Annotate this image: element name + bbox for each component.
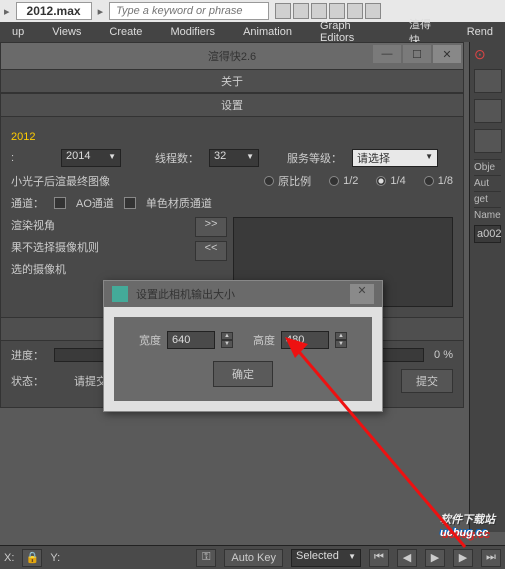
binoculars-icon[interactable] <box>275 3 291 19</box>
ratio-eighth-radio[interactable]: 1/8 <box>424 173 453 189</box>
key-icon[interactable]: ⚿ <box>196 549 216 567</box>
command-panel: ⊙ Obje Aut get Name a002 <box>469 42 505 532</box>
x-coord-label: X: <box>4 552 14 564</box>
dialog-close-button[interactable]: ✕ <box>350 284 374 304</box>
help-icon[interactable] <box>329 3 345 19</box>
name-section: Name <box>474 207 501 223</box>
mono-channel-label: 单色材质通道 <box>146 195 212 211</box>
auto-section: Aut <box>474 175 501 191</box>
magnet-icon[interactable]: ⊙ <box>474 46 501 63</box>
arrow-icon[interactable] <box>365 3 381 19</box>
panel-tool-1[interactable] <box>474 69 502 93</box>
submit-button[interactable]: 提交 <box>401 369 453 393</box>
autokey-button[interactable]: Auto Key <box>224 549 283 567</box>
menu-rendering[interactable]: Rend <box>457 24 503 40</box>
app-icon <box>112 286 128 302</box>
menu-create[interactable]: Create <box>99 24 152 40</box>
y-coord-label: Y: <box>50 552 60 564</box>
menu-animation[interactable]: Animation <box>233 24 302 40</box>
watermark-main: ucbug.cc <box>440 527 495 539</box>
search-input[interactable] <box>109 2 269 20</box>
height-label: 高度 <box>253 332 275 348</box>
settings-header[interactable]: 设置 <box>1 93 463 117</box>
menu-views[interactable]: Views <box>42 24 91 40</box>
dialog-titlebar: 设置此相机输出大小 ✕ <box>104 281 382 307</box>
object-section: Obje <box>474 159 501 175</box>
toolbar-icons <box>275 3 381 19</box>
threads-label: 线程数： <box>155 150 199 166</box>
service-label: 服务等级： <box>287 150 342 166</box>
get-section: get <box>474 191 501 207</box>
ao-channel-label: AO通道 <box>76 195 114 211</box>
ratio-quarter-radio[interactable]: 1/4 <box>376 173 405 189</box>
caret-icon: ▸ <box>4 5 10 18</box>
progress-value: 0 % <box>434 349 453 361</box>
list-back-button[interactable]: << <box>195 241 227 261</box>
width-label: 宽度 <box>139 332 161 348</box>
minimize-button[interactable]: — <box>373 45 401 63</box>
x-lock-icon[interactable]: 🔒 <box>22 549 42 567</box>
width-spinner[interactable]: ▲▼ <box>221 332 233 348</box>
height-spinner[interactable]: ▲▼ <box>335 332 347 348</box>
no-select-cam-label: 果不选择摄像机则 <box>11 239 99 255</box>
mono-channel-checkbox[interactable] <box>124 197 136 209</box>
menu-group[interactable]: up <box>2 24 34 40</box>
list-forward-button[interactable]: >> <box>195 217 227 237</box>
play-end-icon[interactable]: ⏭ <box>481 549 501 567</box>
document-tab[interactable]: 2012.max <box>16 2 92 20</box>
ao-channel-checkbox[interactable] <box>54 197 66 209</box>
tool-icon[interactable] <box>293 3 309 19</box>
watermark-top: 软件下载站 <box>440 511 495 527</box>
colon-label: : <box>11 152 51 164</box>
dialog-title: 设置此相机输出大小 <box>136 286 235 302</box>
menu-modifiers[interactable]: Modifiers <box>160 24 225 40</box>
info-icon[interactable] <box>311 3 327 19</box>
play-start-icon[interactable]: ⏮ <box>369 549 389 567</box>
status-label: 状态： <box>11 373 44 389</box>
close-button[interactable]: ✕ <box>433 45 461 63</box>
play-icon[interactable]: ▶ <box>425 549 445 567</box>
year-label: 2012 <box>11 131 51 143</box>
panel-title: 渲得快2.6 <box>208 48 256 64</box>
watermark: 软件下载站 ucbug.cc <box>440 511 495 539</box>
panel-tool-3[interactable] <box>474 129 502 153</box>
ok-button[interactable]: 确定 <box>213 361 273 387</box>
service-dropdown[interactable]: 请选择 <box>352 149 438 167</box>
camera-size-dialog: 设置此相机输出大小 ✕ 宽度 ▲▼ 高度 ▲▼ 确定 <box>103 280 383 412</box>
view-angle-label: 渲染视角 <box>11 217 99 233</box>
about-header[interactable]: 关于 <box>1 69 463 93</box>
redo-icon[interactable] <box>347 3 363 19</box>
ratio-half-radio[interactable]: 1/2 <box>329 173 358 189</box>
height-input[interactable] <box>281 331 329 349</box>
play-next-icon[interactable]: ▶ <box>453 549 473 567</box>
menu-bar: up Views Create Modifiers Animation Grap… <box>0 22 505 42</box>
selected-cam-label: 选的摄像机 <box>11 261 99 277</box>
object-name-field[interactable]: a002 <box>474 225 501 243</box>
threads-dropdown[interactable]: 32 <box>209 149 259 167</box>
caret-icon: ▸ <box>98 5 104 18</box>
ratio-original-radio[interactable]: 原比例 <box>264 173 311 189</box>
panel-titlebar: 渲得快2.6 — ☐ ✕ <box>1 43 463 69</box>
main-area: 渲得快2.6 — ☐ ✕ 关于 设置 2012 : 2014 线程数： 32 服… <box>0 42 505 569</box>
panel-tool-2[interactable] <box>474 99 502 123</box>
progress-label: 进度： <box>11 347 44 363</box>
final-image-label: 小光子后渲最终图像 <box>11 173 110 189</box>
width-input[interactable] <box>167 331 215 349</box>
maximize-button[interactable]: ☐ <box>403 45 431 63</box>
version-dropdown[interactable]: 2014 <box>61 149 121 167</box>
selection-dropdown[interactable]: Selected <box>291 549 361 567</box>
play-prev-icon[interactable]: ◀ <box>397 549 417 567</box>
status-bar: X: 🔒 Y: ⚿ Auto Key Selected ⏮ ◀ ▶ ▶ ⏭ <box>0 545 505 569</box>
channel-label: 通道： <box>11 195 44 211</box>
